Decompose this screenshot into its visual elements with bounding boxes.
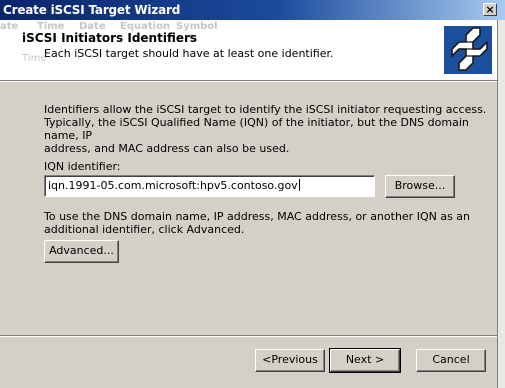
close-button[interactable]: × [483,3,497,16]
previous-button[interactable]: <Previous [255,349,325,372]
intro-line: address, and MAC address can also be use… [44,142,290,155]
intro-line: Typically, the iSCSI Qualified Name (IQN… [44,116,469,142]
intro-line: Identifiers allow the iSCSI target to id… [44,103,487,116]
ghost-subheader: Time [22,53,47,64]
browse-button[interactable]: Browse... [385,175,455,198]
iqn-label: IQN identifier: [44,160,121,173]
ghost-header-0: ate [0,21,19,32]
iqn-identifier-input[interactable]: iqn.1991-05.com.microsoft:hpv5.contoso.g… [44,175,375,197]
page-title: iSCSI Initiators Identifiers [22,31,198,45]
advanced-hint: To use the DNS domain name, IP address, … [44,210,470,236]
window-title: Create iSCSI Target Wizard [3,3,181,17]
iscsi-target-wizard-icon [444,26,492,74]
intro-text: Identifiers allow the iSCSI target to id… [44,103,505,155]
hint-line: additional identifier, click Advanced. [44,223,245,236]
iqn-identifier-value: iqn.1991-05.com.microsoft:hpv5.contoso.g… [48,179,298,192]
footer-divider-highlight [0,336,497,337]
page-subtitle: Each iSCSI target should have at least o… [44,47,334,60]
close-icon: × [485,3,495,16]
title-bar[interactable]: Create iSCSI Target Wizard × [0,0,505,20]
advanced-button[interactable]: Advanced... [44,240,119,263]
cancel-button[interactable]: Cancel [416,349,486,372]
window-edge [497,20,505,388]
wizard-header: ate Time Date Equation Symbol ▾ Time iSC… [0,20,497,80]
header-divider-highlight [0,81,497,82]
next-button[interactable]: Next > [329,348,401,373]
text-cursor [298,179,300,191]
hint-line: To use the DNS domain name, IP address, … [44,210,471,223]
